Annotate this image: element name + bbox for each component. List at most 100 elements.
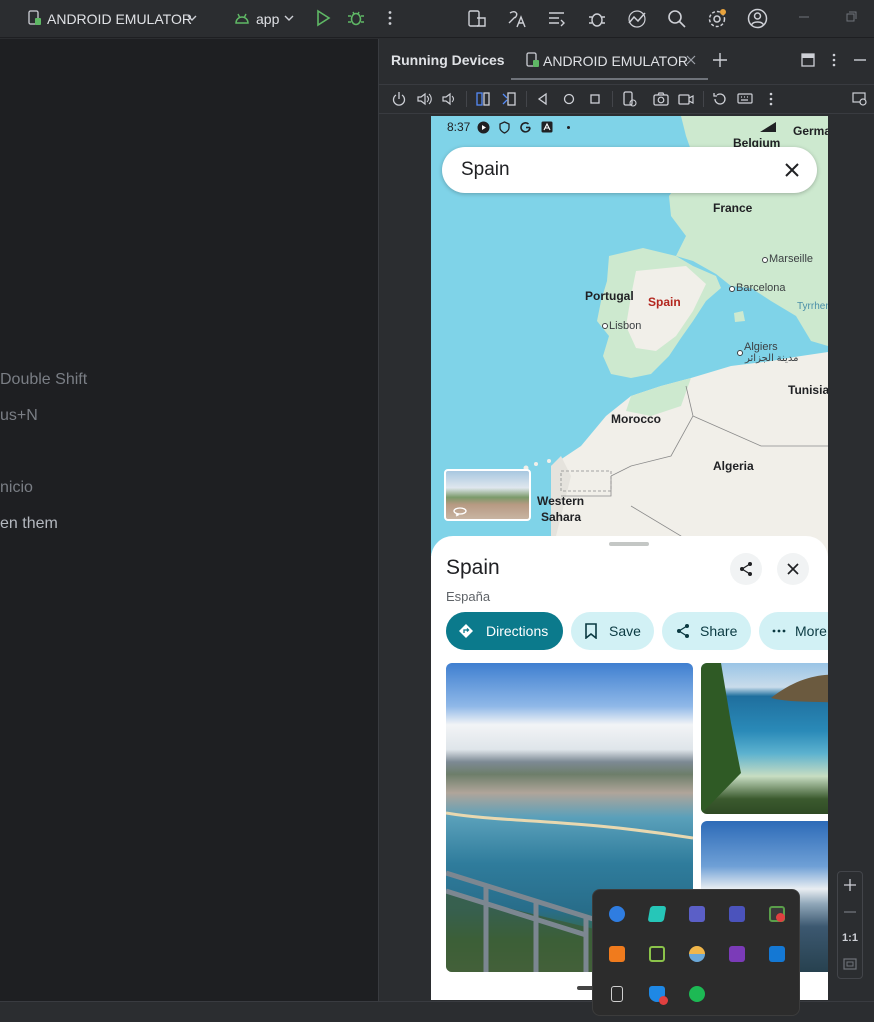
map-label-algiers-arabic: مدينة الجزائر — [745, 353, 799, 364]
volume-up-icon[interactable] — [416, 91, 432, 107]
more-vertical-icon[interactable] — [381, 9, 399, 27]
city-dot-icon — [729, 286, 735, 292]
map-label-portugal: Portugal — [585, 289, 634, 303]
keyboard-icon[interactable] — [737, 91, 753, 107]
app-tray-icon-1[interactable] — [609, 906, 625, 922]
signal-icon — [759, 121, 777, 133]
google-status-icon — [519, 121, 532, 134]
map-label-spain[interactable]: Spain — [648, 295, 681, 309]
logcat-icon[interactable] — [547, 9, 567, 29]
screenshot-icon[interactable] — [653, 91, 669, 107]
rotate-right-icon[interactable] — [501, 91, 517, 107]
more-horizontal-icon — [772, 624, 786, 638]
java-icon[interactable] — [609, 946, 625, 962]
place-subtitle: España — [446, 589, 491, 604]
emulator-screen[interactable]: 8:37 Belgium Germa France Marseille Port… — [431, 116, 828, 1000]
bug-report-icon[interactable] — [587, 9, 607, 29]
zoom-fit-icon[interactable] — [843, 957, 857, 971]
panel-title: Running Devices — [391, 52, 505, 68]
device-manager-icon[interactable] — [467, 9, 487, 29]
clear-search-icon[interactable] — [784, 162, 800, 178]
hide-panel-icon[interactable] — [852, 52, 868, 68]
chevron-down-icon[interactable] — [283, 12, 295, 24]
more-button[interactable]: More — [759, 612, 828, 650]
debug-icon[interactable] — [347, 9, 365, 27]
street-view-thumbnail[interactable] — [444, 469, 531, 521]
search-icon[interactable] — [667, 9, 687, 29]
share-button[interactable]: Share — [662, 612, 751, 650]
map-label-germany: Germa — [793, 124, 828, 138]
overview-icon[interactable] — [587, 91, 603, 107]
security-shield-icon[interactable] — [649, 986, 668, 1005]
shield-status-icon — [498, 121, 511, 134]
onenote-icon[interactable] — [729, 946, 745, 962]
teams-icon[interactable] — [729, 906, 745, 922]
more-vertical-icon[interactable] — [826, 52, 842, 68]
home-icon[interactable] — [561, 91, 577, 107]
account-icon[interactable] — [747, 8, 768, 29]
record-video-icon[interactable] — [678, 91, 694, 107]
tab-android-emulator[interactable]: ANDROID EMULATOR — [511, 39, 708, 81]
device-frame-icon[interactable] — [621, 91, 637, 107]
profiler-icon[interactable] — [627, 9, 647, 29]
add-tab-icon[interactable] — [712, 52, 728, 68]
search-input[interactable]: Spain — [461, 159, 510, 181]
drag-handle[interactable] — [609, 542, 649, 546]
close-icon[interactable] — [686, 55, 696, 65]
editor-area: Double Shift us+N nicio en them — [0, 39, 378, 1001]
device-selector[interactable]: ANDROID EMULATOR — [47, 10, 192, 28]
photo-costa-brava[interactable] — [701, 663, 828, 814]
drop-files-hint: en them — [0, 515, 58, 532]
more-label: More — [795, 623, 827, 639]
tab-label: ANDROID EMULATOR — [543, 53, 688, 69]
android-icon — [234, 10, 250, 26]
rotate-left-icon[interactable] — [475, 91, 491, 107]
play-store-status-icon — [477, 121, 490, 134]
minimize-icon[interactable] — [797, 10, 811, 24]
search-bar[interactable]: Spain — [442, 147, 817, 193]
usb-device-icon[interactable] — [611, 986, 623, 1002]
app-tray-icon-7[interactable] — [649, 946, 665, 962]
chevron-down-icon[interactable] — [186, 12, 198, 24]
map-label-western-sahara-1: Western — [537, 494, 585, 508]
back-icon[interactable] — [535, 91, 551, 107]
snapshot-icon[interactable] — [712, 91, 728, 107]
map-label-barcelona: Barcelona — [736, 282, 786, 294]
zoom-out-icon[interactable] — [843, 905, 857, 919]
map-label-algiers: Algiers — [744, 341, 778, 353]
spotify-icon[interactable] — [689, 986, 705, 1002]
directions-button[interactable]: Directions — [446, 612, 563, 650]
window-options-icon[interactable] — [801, 53, 815, 67]
map-label-tyrrhenian: Tyrrhen — [797, 301, 828, 312]
close-sheet-button[interactable] — [777, 553, 809, 585]
zoom-in-icon[interactable] — [843, 878, 857, 892]
zoom-actual-size[interactable]: 1:1 — [838, 932, 862, 944]
photo-overlay — [701, 663, 828, 814]
run-config-selector[interactable]: app — [256, 10, 279, 28]
device-icon — [28, 10, 42, 26]
share-icon — [738, 561, 754, 577]
settings-icon[interactable] — [707, 9, 727, 29]
map-label-lisbon: Lisbon — [609, 320, 642, 332]
save-button[interactable]: Save — [571, 612, 654, 650]
map-view[interactable]: 8:37 Belgium Germa France Marseille Port… — [431, 116, 828, 556]
directions-label: Directions — [486, 623, 549, 639]
teams-icon[interactable] — [689, 906, 705, 922]
mirror-device-icon[interactable] — [852, 91, 868, 107]
city-dot-icon — [762, 257, 768, 263]
app-tray-icon-8[interactable] — [689, 946, 705, 962]
power-icon[interactable] — [391, 91, 407, 107]
app-tray-icon-5[interactable] — [769, 906, 785, 922]
share-place-button[interactable] — [730, 553, 762, 585]
home-hint: nicio — [0, 479, 33, 496]
translations-icon[interactable] — [507, 9, 527, 29]
map-label-marseille: Marseille — [769, 253, 814, 265]
more-vertical-icon[interactable] — [763, 91, 779, 107]
outlook-icon[interactable] — [769, 946, 785, 962]
search-everywhere-shortcut: Double Shift — [0, 371, 88, 388]
restore-icon[interactable] — [844, 10, 858, 24]
run-icon[interactable] — [314, 9, 332, 27]
map-label-morocco: Morocco — [611, 412, 662, 426]
app-tray-icon-2[interactable] — [647, 906, 667, 922]
volume-down-icon[interactable] — [441, 91, 457, 107]
